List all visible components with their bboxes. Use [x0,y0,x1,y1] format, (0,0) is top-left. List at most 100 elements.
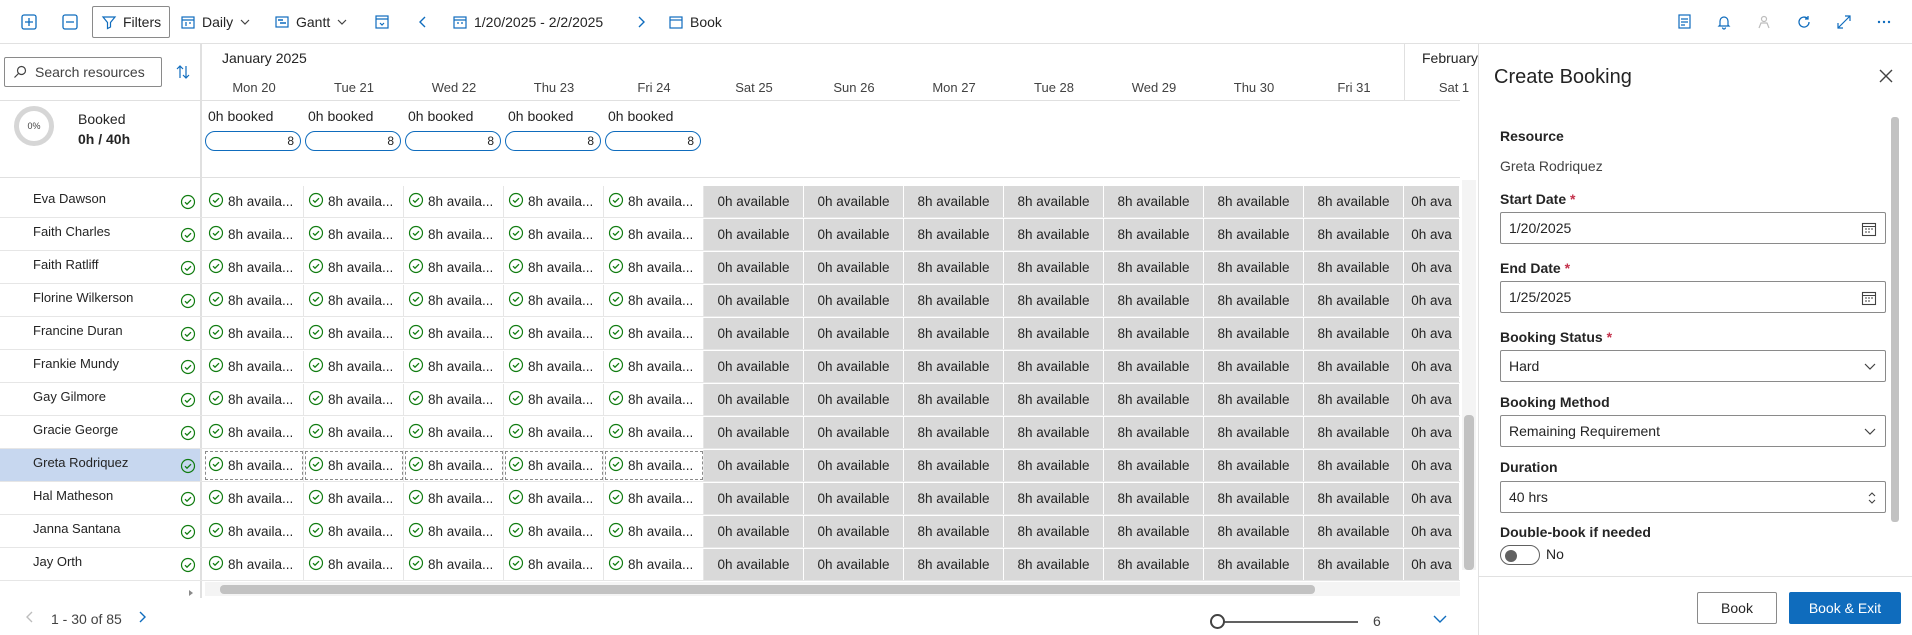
availability-cell[interactable]: 0h available [804,186,904,217]
end-date-field[interactable]: 1/25/2025 [1500,281,1886,313]
availability-cell[interactable]: 8h available [1104,351,1204,382]
availability-cell[interactable]: 8h availa... [304,219,404,250]
availability-cell[interactable]: 8h available [904,384,1004,415]
resource-row[interactable]: Jay Orth 8h availa... 8h availa... 8h avail… [0,548,1460,581]
availability-cell[interactable]: 8h available [904,483,1004,514]
availability-cell[interactable]: 8h available [1104,549,1204,580]
availability-cell[interactable]: 0h available [804,417,904,448]
date-range-picker[interactable]: 1/20/2025 - 2/2/2025 [452,6,603,38]
availability-cell[interactable]: 8h availa... [204,549,304,580]
resource-name-cell[interactable]: Janna Santana [0,515,200,548]
availability-cell[interactable]: 0h available [704,549,804,580]
availability-cell[interactable]: 8h available [1304,351,1404,382]
availability-cell[interactable]: 8h available [1104,186,1204,217]
availability-cell[interactable]: 0h available [704,252,804,283]
capacity-bar[interactable]: 8 [605,131,701,151]
availability-cell[interactable]: 8h availa... [304,549,404,580]
more-icon[interactable] [1876,6,1892,38]
availability-cell[interactable]: 8h available [1004,252,1104,283]
availability-cell[interactable]: 8h available [1204,483,1304,514]
availability-cell[interactable]: 8h availa... [504,351,604,382]
collapse-icon[interactable] [61,6,79,38]
duration-field[interactable]: 40 hrs [1500,481,1886,513]
availability-cell[interactable]: 8h available [1104,219,1204,250]
resource-name-cell[interactable]: Gay Gilmore [0,383,200,416]
availability-cell[interactable]: 0h ava [1404,219,1460,250]
availability-cell[interactable]: 8h availa... [204,186,304,217]
availability-cell[interactable]: 8h availa... [504,318,604,349]
availability-cell[interactable]: 0h ava [1404,450,1460,481]
availability-cell[interactable]: 8h availa... [304,318,404,349]
resource-name-cell[interactable]: Faith Ratliff [0,251,200,284]
availability-cell[interactable]: 0h ava [1404,186,1460,217]
availability-cell[interactable]: 0h available [704,351,804,382]
availability-cell[interactable]: 8h availa... [204,219,304,250]
availability-cell[interactable]: 8h availa... [304,516,404,547]
vertical-scroll-thumb[interactable] [1464,415,1474,570]
availability-cell[interactable]: 8h available [1104,252,1204,283]
resource-row[interactable]: Frankie Mundy 8h availa... 8h availa... 8h … [0,350,1460,383]
double-book-toggle[interactable] [1500,545,1540,565]
availability-cell[interactable]: 8h availa... [304,417,404,448]
availability-cell[interactable]: 8h availa... [504,186,604,217]
availability-cell[interactable]: 8h availa... [604,483,704,514]
today-icon[interactable] [374,6,390,38]
scroll-right-icon[interactable] [187,585,195,600]
booking-method-select[interactable]: Remaining Requirement [1500,415,1886,447]
availability-cell[interactable]: 8h available [904,549,1004,580]
availability-cell[interactable]: 8h availa... [604,219,704,250]
availability-cell[interactable]: 8h availa... [404,417,504,448]
availability-cell[interactable]: 8h available [1104,318,1204,349]
availability-cell[interactable]: 8h available [1004,417,1104,448]
availability-cell[interactable]: 0h available [804,483,904,514]
availability-cell[interactable]: 8h availa... [204,417,304,448]
book-and-exit-button[interactable]: Book & Exit [1789,592,1901,624]
resource-name-cell[interactable]: Florine Wilkerson [0,284,200,317]
availability-cell[interactable]: 0h ava [1404,549,1460,580]
availability-cell[interactable]: 0h ava [1404,384,1460,415]
stepper-icon[interactable] [1867,490,1877,506]
availability-cell[interactable]: 8h availa... [504,516,604,547]
availability-cell[interactable]: 8h available [1204,252,1304,283]
availability-cell[interactable]: 8h availa... [504,417,604,448]
availability-cell[interactable]: 8h available [1104,384,1204,415]
availability-cell[interactable]: 8h availa... [404,219,504,250]
resource-name-cell[interactable]: Greta Rodriquez [0,449,200,482]
availability-cell[interactable]: 8h available [904,186,1004,217]
bell-icon[interactable] [1716,6,1732,38]
availability-cell[interactable]: 8h available [1204,186,1304,217]
availability-cell[interactable]: 8h available [1104,285,1204,316]
availability-cell[interactable]: 8h availa... [604,252,704,283]
start-date-field[interactable]: 1/20/2025 [1500,212,1886,244]
availability-cell[interactable]: 8h availa... [604,549,704,580]
filters-button[interactable]: Filters [92,6,171,38]
resource-name-cell[interactable]: Jay Orth [0,548,200,581]
availability-cell[interactable]: 8h availa... [504,549,604,580]
chevron-down-icon[interactable] [1432,613,1448,628]
availability-cell[interactable]: 8h availa... [604,351,704,382]
capacity-bar[interactable]: 8 [505,131,601,151]
availability-cell[interactable]: 8h available [1304,384,1404,415]
availability-cell[interactable]: 8h available [1004,549,1104,580]
availability-cell[interactable]: 0h available [804,318,904,349]
availability-cell[interactable]: 8h availa... [204,384,304,415]
zoom-slider-track[interactable] [1218,621,1358,623]
availability-cell[interactable]: 8h available [904,351,1004,382]
resource-name-cell[interactable]: Francine Duran [0,317,200,350]
availability-cell[interactable]: 8h available [1204,318,1304,349]
availability-cell[interactable]: 0h available [704,318,804,349]
zoom-slider-handle[interactable] [1210,614,1225,629]
availability-cell[interactable]: 0h ava [1404,516,1460,547]
availability-cell[interactable]: 8h availa... [504,384,604,415]
availability-cell[interactable]: 0h ava [1404,318,1460,349]
availability-cell[interactable]: 8h available [1204,516,1304,547]
availability-cell[interactable]: 0h available [804,450,904,481]
availability-cell[interactable]: 0h available [804,285,904,316]
book-panel-button[interactable]: Book [1697,592,1777,624]
availability-cell[interactable]: 8h available [904,252,1004,283]
resource-row[interactable]: Francine Duran 8h availa... 8h availa... 8h… [0,317,1460,350]
availability-cell[interactable]: 8h availa... [504,219,604,250]
capacity-bar[interactable]: 8 [405,131,501,151]
resource-row[interactable]: Florine Wilkerson 8h availa... 8h availa..… [0,284,1460,317]
calendar-icon[interactable] [1861,221,1877,237]
